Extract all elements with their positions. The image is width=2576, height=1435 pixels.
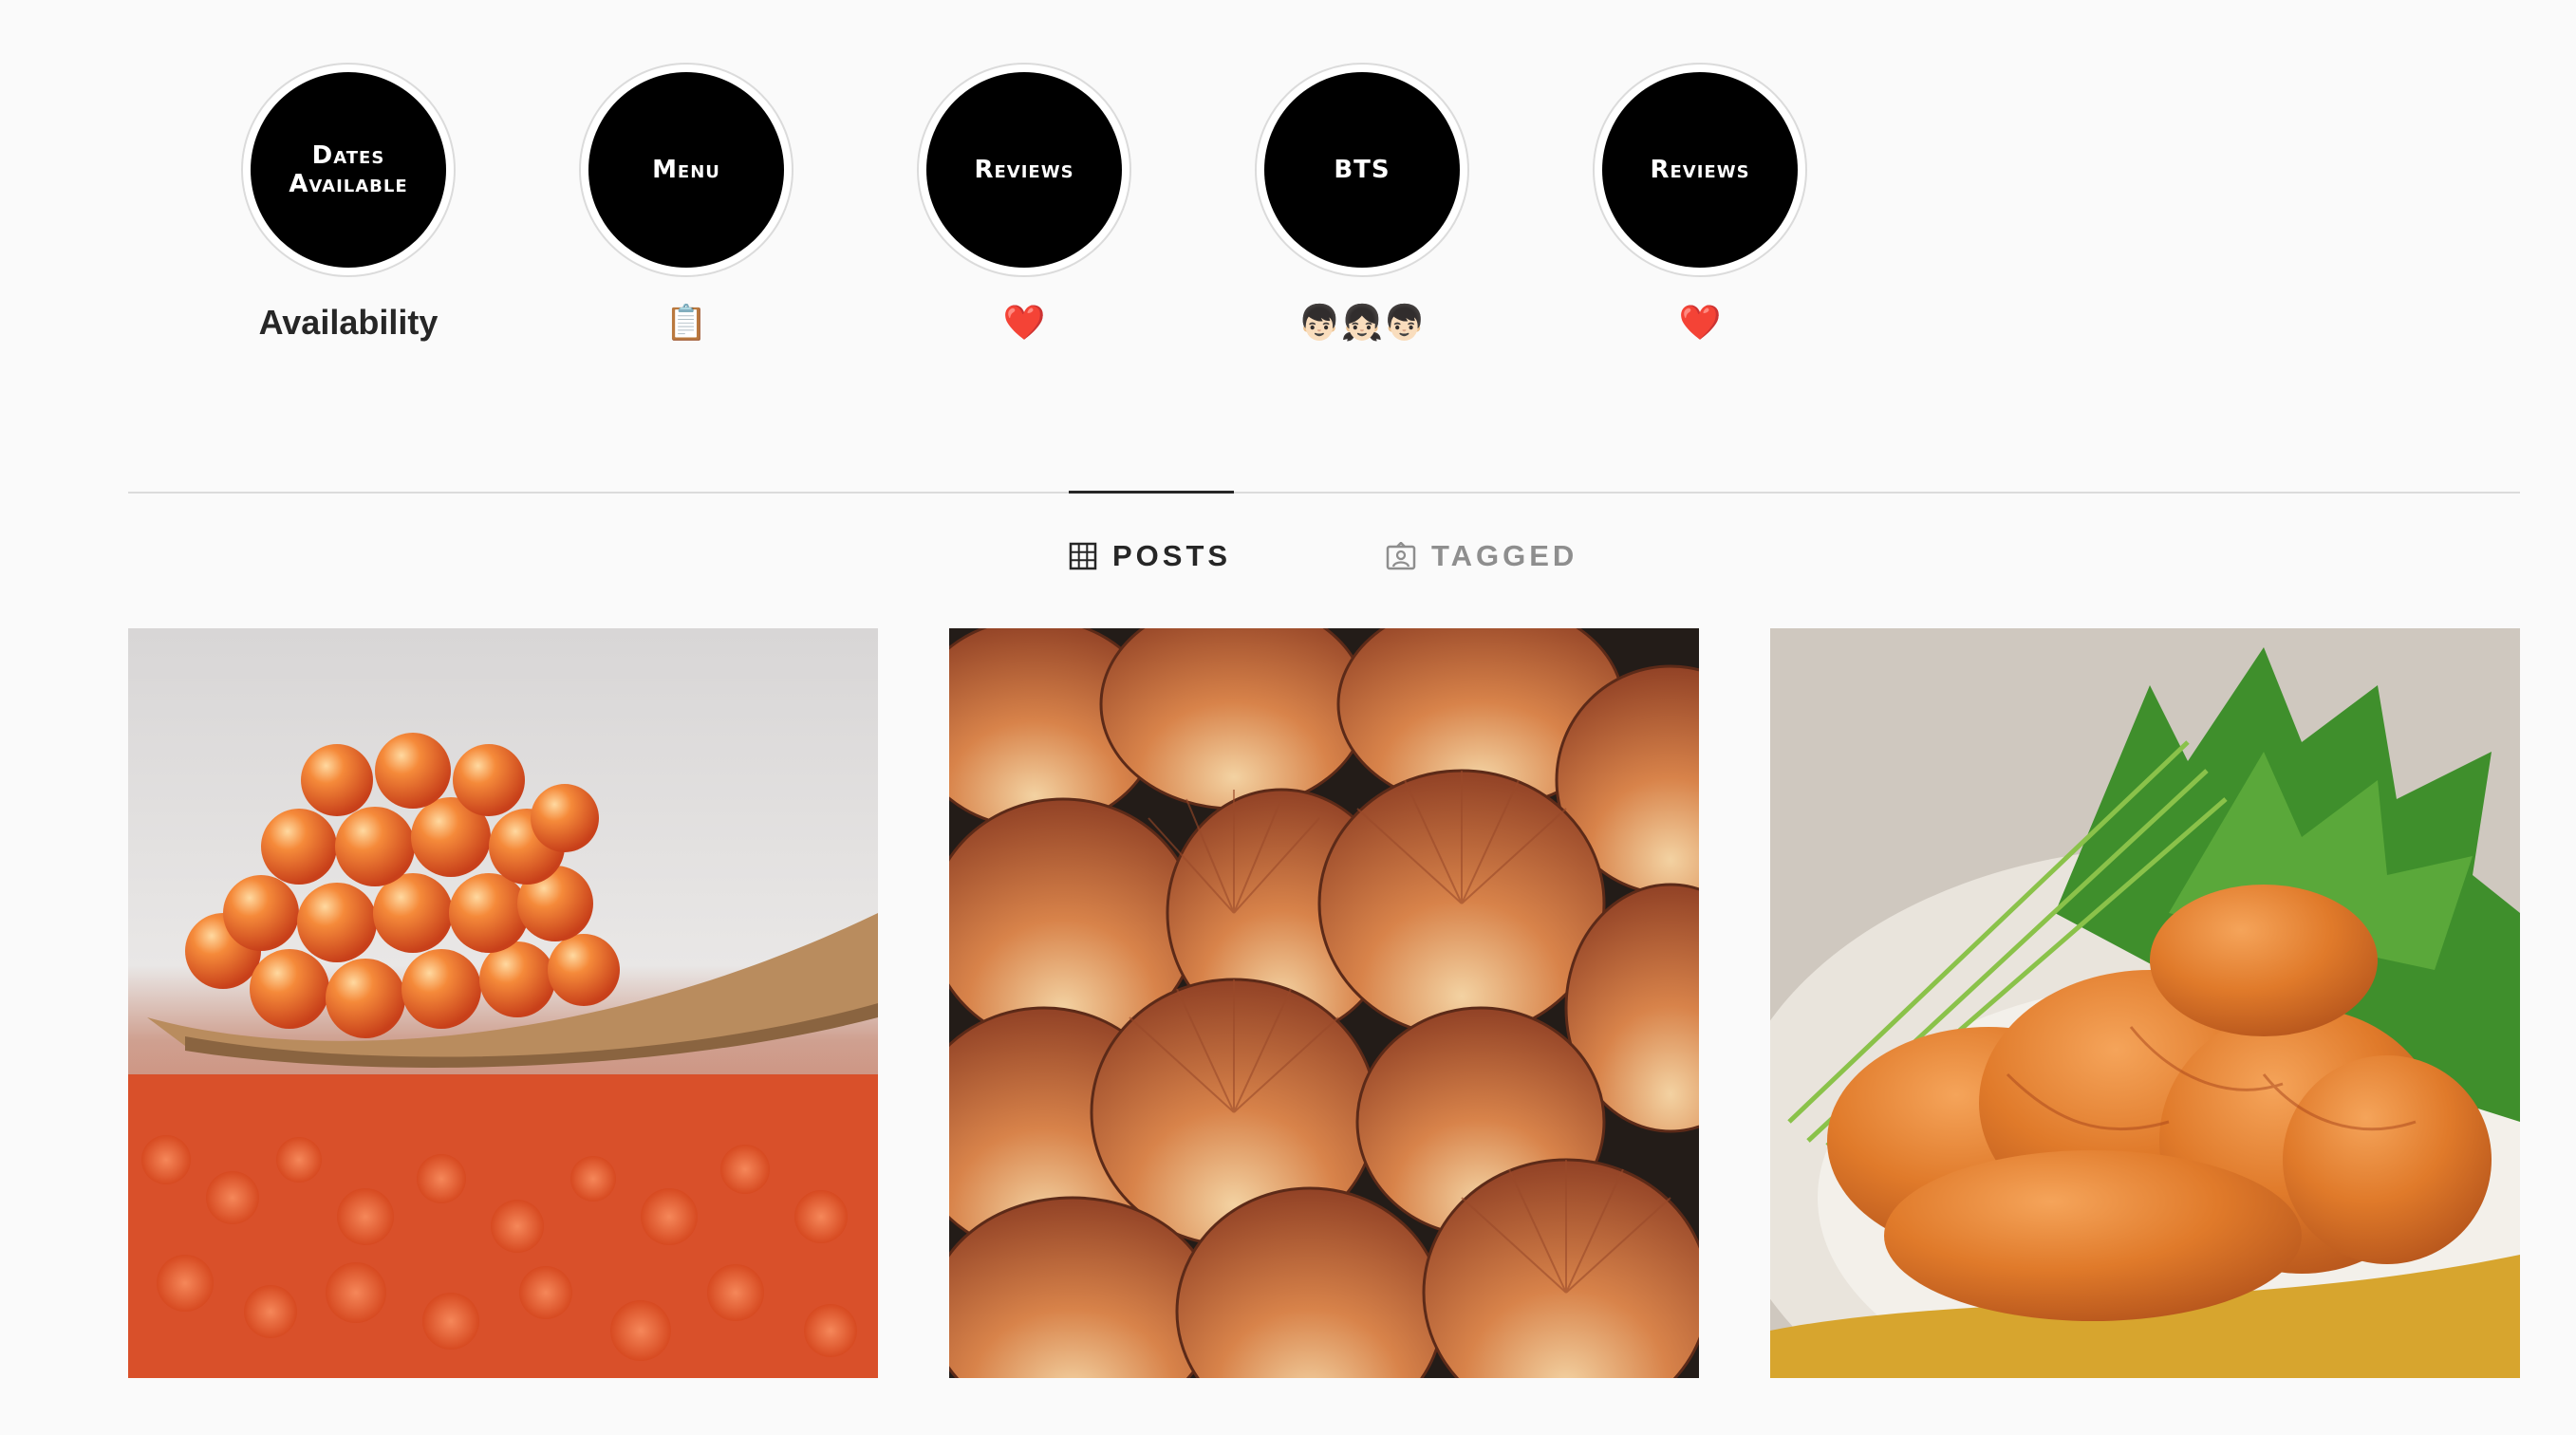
tab-tagged[interactable]: TAGGED: [1386, 539, 1577, 573]
active-tab-indicator: [1069, 491, 1234, 494]
highlight-ring[interactable]: Reviews: [1593, 63, 1807, 277]
grid-icon: [1069, 542, 1097, 570]
highlight-label: ❤️: [1678, 303, 1722, 342]
highlight-reviews-2[interactable]: Reviews ❤️: [1591, 63, 1809, 344]
post-thumbnail-salmon-roe[interactable]: [128, 628, 878, 1378]
tagged-user-icon: [1386, 542, 1416, 570]
highlight-bts[interactable]: BTS 👦🏻👧🏻👦🏻: [1253, 63, 1471, 344]
highlight-menu[interactable]: Menu 📋: [577, 63, 795, 344]
highlight-ring[interactable]: Dates Available: [241, 63, 456, 277]
highlight-label: Availability: [258, 303, 439, 342]
highlight-cover: Reviews: [926, 72, 1122, 268]
highlight-cover: Dates Available: [251, 72, 446, 268]
tab-posts[interactable]: POSTS: [1069, 539, 1231, 573]
highlight-label: 👦🏻👧🏻👦🏻: [1297, 303, 1427, 342]
highlight-label: ❤️: [1002, 303, 1046, 342]
highlight-ring[interactable]: Reviews: [917, 63, 1131, 277]
tabs-divider: [128, 492, 2520, 494]
highlight-availability[interactable]: Dates Available Availability: [239, 63, 457, 344]
highlight-cover: Menu: [588, 72, 784, 268]
highlight-ring[interactable]: BTS: [1255, 63, 1469, 277]
profile-page: Dates Available Availability Menu 📋 Revi…: [0, 0, 2576, 1435]
sea-urchin-image: [1770, 628, 2520, 1378]
highlight-ring[interactable]: Menu: [579, 63, 793, 277]
highlight-label: 📋: [664, 303, 708, 342]
tab-tagged-label: TAGGED: [1431, 539, 1578, 572]
salmon-roe-image: [128, 628, 878, 1378]
post-thumbnail-scallops[interactable]: [949, 628, 1699, 1378]
scallops-image: [949, 628, 1699, 1378]
highlight-cover: Reviews: [1602, 72, 1798, 268]
tab-posts-label: POSTS: [1112, 539, 1232, 572]
story-highlights: Dates Available Availability Menu 📋 Revi…: [0, 0, 2576, 380]
highlight-reviews[interactable]: Reviews ❤️: [915, 63, 1133, 344]
highlight-cover: BTS: [1264, 72, 1460, 268]
post-thumbnail-sea-urchin[interactable]: [1770, 628, 2520, 1378]
